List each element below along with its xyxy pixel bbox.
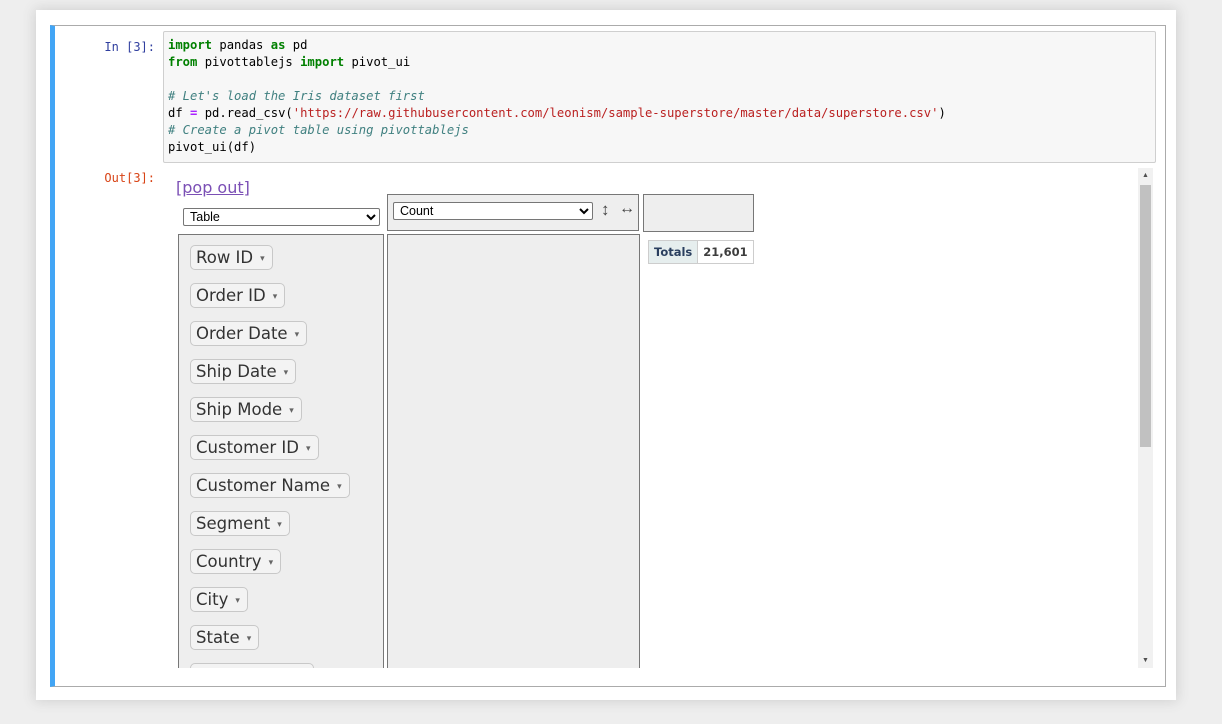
code-token: pd.read_csv( [197, 106, 293, 120]
attribute-label: Segment [196, 514, 271, 533]
attribute-pill[interactable]: Customer ID ▾ [190, 435, 319, 460]
notebook-container: In [3]: import pandas as pd from pivotta… [36, 10, 1176, 700]
pop-out-link[interactable]: [pop out] [176, 178, 250, 197]
unused-attributes-list[interactable]: Row ID ▾ Order ID ▾ Order Date ▾ Ship Date ▾ Shi… [178, 234, 384, 668]
input-prompt: In [3]: [104, 40, 155, 54]
code-token: # Create a pivot table using pivottablej… [168, 123, 469, 137]
attribute-pill[interactable]: State ▾ [190, 625, 260, 650]
row-order-icon[interactable]: ↕ [601, 200, 610, 220]
dropdown-triangle-icon[interactable]: ▾ [295, 330, 300, 340]
dropdown-triangle-icon[interactable]: ▾ [235, 596, 240, 606]
code-token: ) [938, 106, 946, 120]
attribute-label: Customer Name [196, 476, 331, 495]
column-attributes-drop-zone[interactable] [643, 194, 754, 232]
aggregator-area: Count ↕ ↔ [387, 194, 639, 231]
output-prompt: Out[3]: [104, 171, 155, 185]
totals-label: Totals [647, 240, 699, 264]
code-line: # Let's load the Iris dataset first [168, 89, 425, 103]
dropdown-triangle-icon[interactable]: ▾ [260, 254, 265, 264]
dropdown-triangle-icon[interactable]: ▾ [277, 520, 282, 530]
renderer-select[interactable]: Table [183, 208, 380, 226]
scroll-up-arrow-icon[interactable]: ▲ [1138, 168, 1153, 183]
attribute-label: City [196, 590, 229, 609]
code-token: pivot_ui(df) [168, 140, 257, 154]
code-token: as [270, 38, 286, 52]
code-token: import [168, 38, 213, 52]
attribute-label: Customer ID [196, 438, 299, 457]
totals-value: 21,601 [697, 240, 754, 264]
renderer-cell: Table [176, 198, 386, 228]
attribute-pill[interactable]: Segment ▾ [190, 511, 290, 536]
dropdown-triangle-icon[interactable]: ▾ [289, 406, 294, 416]
attribute-pill[interactable] [190, 663, 314, 668]
output-area: [pop out] Table Count ↕ ↔ Row ID ▾ Order I… [163, 168, 1153, 668]
attribute-label: State [196, 628, 240, 647]
totals-row: Totals 21,601 [647, 240, 754, 264]
code-line: from pivottablejs import pivot_ui [168, 55, 410, 69]
code-token: pivot_ui [344, 55, 411, 69]
code-line: pivot_ui(df) [168, 140, 256, 154]
code-line: df = pd.read_csv('https://raw.githubuser… [168, 106, 946, 120]
code-token: 'https://raw.githubusercontent.com/leoni… [292, 106, 939, 120]
dropdown-triangle-icon[interactable]: ▾ [306, 444, 311, 454]
code-token: from [168, 55, 198, 69]
attribute-label: Ship Mode [196, 400, 283, 419]
code-token: pandas [212, 38, 271, 52]
code-editor[interactable]: import pandas as pd from pivottablejs im… [163, 31, 1156, 163]
dropdown-triangle-icon[interactable]: ▾ [269, 558, 274, 568]
code-line: # Create a pivot table using pivottablej… [168, 123, 469, 137]
attribute-pill[interactable]: Country ▾ [190, 549, 282, 574]
attribute-label: Order Date [196, 324, 288, 343]
output-scrollbar[interactable]: ▲ ▼ [1138, 168, 1153, 668]
attribute-pill[interactable]: Order ID ▾ [190, 283, 286, 308]
code-token: # Let's load the Iris dataset first [168, 89, 425, 103]
col-order-icon[interactable]: ↔ [619, 200, 635, 218]
dropdown-triangle-icon[interactable]: ▾ [273, 292, 278, 302]
pivot-table: Totals 21,601 [647, 240, 754, 264]
attribute-label: Ship Date [196, 362, 277, 381]
code-cell[interactable]: In [3]: import pandas as pd from pivotta… [50, 25, 1166, 687]
attribute-label: Row ID [196, 248, 254, 267]
dropdown-triangle-icon[interactable]: ▾ [247, 634, 252, 644]
scroll-down-arrow-icon[interactable]: ▼ [1138, 653, 1153, 668]
attribute-pill[interactable]: City ▾ [190, 587, 248, 612]
attribute-pill[interactable]: Row ID ▾ [190, 245, 273, 270]
attribute-label: Order ID [196, 286, 266, 305]
attribute-pill[interactable]: Ship Mode ▾ [190, 397, 302, 422]
code-token: pivottablejs [197, 55, 301, 69]
attribute-pill[interactable]: Order Date ▾ [190, 321, 308, 346]
attribute-label: Country [196, 552, 262, 571]
scroll-thumb[interactable] [1140, 185, 1151, 447]
attribute-pill[interactable]: Ship Date ▾ [190, 359, 297, 384]
aggregator-select[interactable]: Count [393, 202, 593, 220]
attribute-pill[interactable]: Customer Name ▾ [190, 473, 350, 498]
code-token: pd [285, 38, 308, 52]
code-token: df [168, 106, 191, 120]
code-text[interactable]: import pandas as pd from pivottablejs im… [164, 32, 1155, 161]
dropdown-triangle-icon[interactable]: ▾ [284, 368, 289, 378]
dropdown-triangle-icon[interactable]: ▾ [337, 482, 342, 492]
row-attributes-drop-zone[interactable] [387, 234, 640, 668]
code-line: import pandas as pd [168, 38, 307, 52]
code-token: import [300, 55, 345, 69]
